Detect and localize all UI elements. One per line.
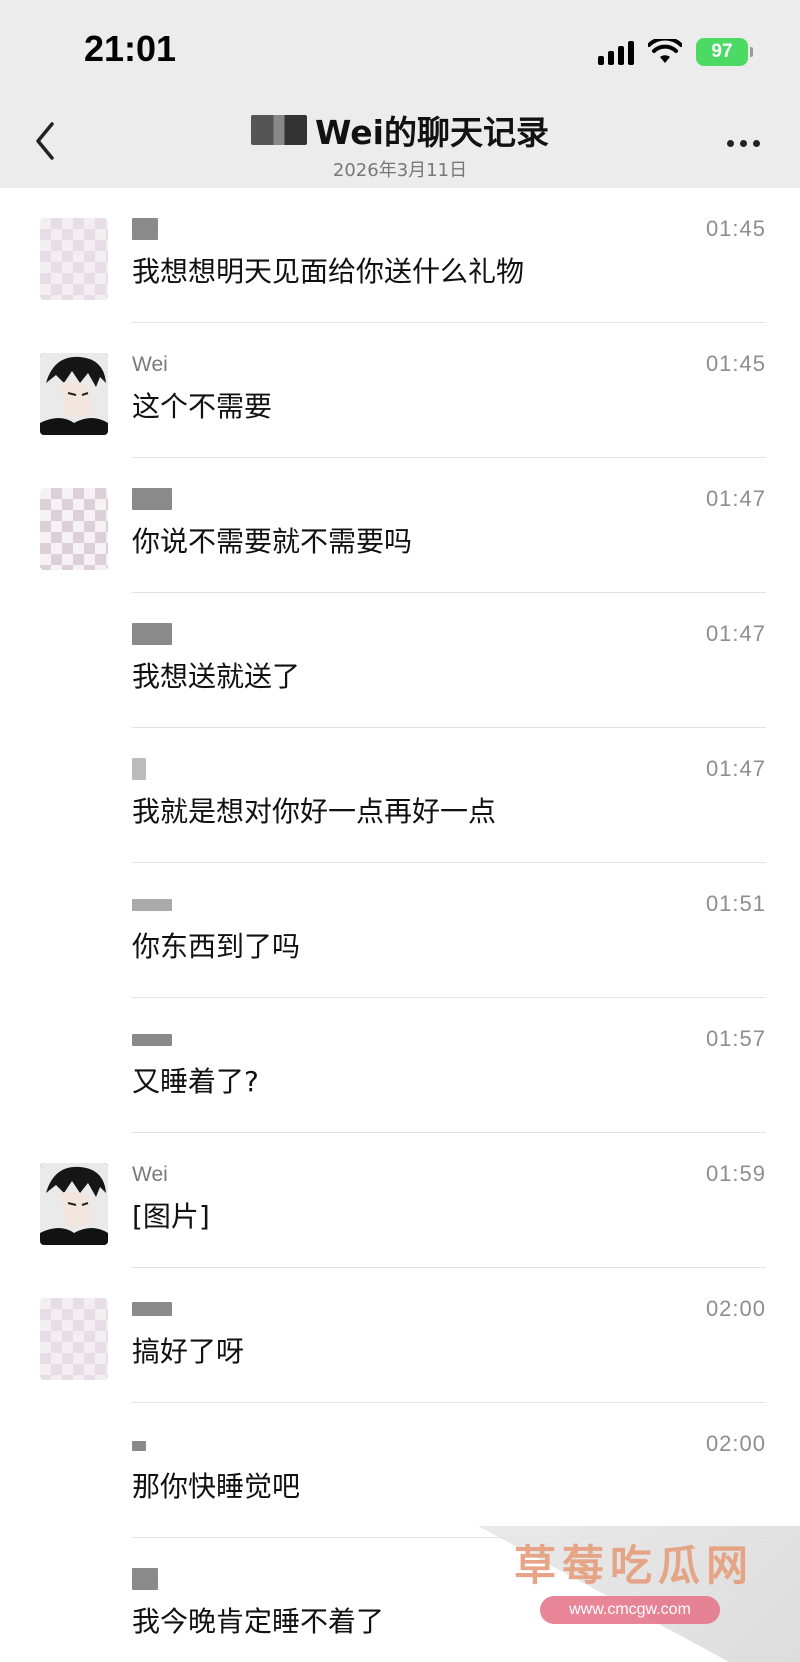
list-item[interactable]: 我想送就送了 01:47 bbox=[0, 593, 800, 728]
sender-name: Wei bbox=[132, 1163, 168, 1186]
list-item[interactable]: 又睡着了? 01:57 bbox=[0, 998, 800, 1133]
message-text: 我今晚肯定睡不着了 bbox=[132, 1605, 385, 1638]
sender-name bbox=[132, 1298, 172, 1324]
redacted-name bbox=[251, 115, 308, 145]
list-item[interactable]: 你说不需要就不需要吗 01:47 bbox=[0, 458, 800, 593]
message-time: 01:47 bbox=[705, 621, 766, 646]
avatar-image bbox=[40, 1163, 108, 1245]
watermark-url: www.cmcgw.com bbox=[540, 1596, 720, 1624]
sender-name bbox=[132, 218, 158, 244]
list-item[interactable]: 那你快睡觉吧 02:00 bbox=[0, 1403, 800, 1538]
page-subtitle: 2026年3月11日 bbox=[332, 160, 468, 181]
page-title: Wei的聊天记录 bbox=[251, 106, 549, 154]
wifi-icon bbox=[648, 39, 682, 63]
chat-list[interactable]: 我想想明天见面给你送什么礼物 01:45 Wei 这个不需要 01:45 你说不… bbox=[0, 188, 800, 1662]
status-time: 21:01 bbox=[84, 28, 177, 69]
avatar-image bbox=[40, 353, 108, 435]
message-text: 又睡着了? bbox=[132, 1065, 259, 1098]
list-item[interactable]: 搞好了呀 02:00 bbox=[0, 1268, 800, 1403]
battery-level: 97 bbox=[711, 41, 733, 62]
avatar[interactable] bbox=[40, 218, 108, 300]
watermark: 草莓吃瓜网 www.cmcgw.com bbox=[478, 1526, 800, 1662]
sender-name bbox=[132, 1028, 172, 1054]
list-item[interactable]: 我就是想对你好一点再好一点 01:47 bbox=[0, 728, 800, 863]
page-title-text: Wei的聊天记录 bbox=[315, 113, 549, 152]
more-icon[interactable] bbox=[727, 140, 760, 147]
message-text: [图片] bbox=[132, 1200, 210, 1233]
avatar[interactable] bbox=[40, 1298, 108, 1380]
list-item[interactable]: Wei [图片] 01:59 bbox=[0, 1133, 800, 1268]
message-time: 01:59 bbox=[705, 1161, 766, 1186]
message-text: 这个不需要 bbox=[132, 390, 273, 423]
sender-name bbox=[132, 623, 172, 649]
nav-bar: Wei的聊天记录 2026年3月11日 bbox=[0, 100, 800, 188]
message-text: 你东西到了吗 bbox=[132, 930, 301, 963]
message-text: 我想想明天见面给你送什么礼物 bbox=[132, 255, 525, 288]
sender-name bbox=[132, 1568, 158, 1594]
nav-title-wrap: Wei的聊天记录 2026年3月11日 bbox=[0, 106, 800, 182]
avatar[interactable] bbox=[40, 353, 108, 435]
signal-icon bbox=[598, 39, 634, 65]
avatar[interactable] bbox=[40, 1163, 108, 1245]
list-item[interactable]: 我想想明天见面给你送什么礼物 01:45 bbox=[0, 188, 800, 323]
avatar[interactable] bbox=[40, 488, 108, 570]
status-bar: 21:01 97 bbox=[0, 0, 800, 100]
battery-icon: 97 bbox=[696, 38, 753, 66]
message-text: 我想送就送了 bbox=[132, 660, 301, 693]
message-time: 01:45 bbox=[705, 216, 766, 241]
status-icons: 97 bbox=[598, 38, 753, 66]
sender-name bbox=[132, 893, 172, 919]
message-text: 搞好了呀 bbox=[132, 1335, 245, 1368]
sender-name bbox=[132, 1433, 146, 1459]
message-text: 你说不需要就不需要吗 bbox=[132, 525, 413, 558]
message-time: 01:47 bbox=[705, 756, 766, 781]
sender-name bbox=[132, 488, 172, 514]
message-time: 01:45 bbox=[705, 351, 766, 376]
message-time: 01:57 bbox=[705, 1026, 766, 1051]
message-time: 02:00 bbox=[705, 1431, 766, 1456]
message-time: 02:00 bbox=[705, 1296, 766, 1321]
message-time: 01:51 bbox=[705, 891, 766, 916]
list-item[interactable]: Wei 这个不需要 01:45 bbox=[0, 323, 800, 458]
list-item[interactable]: 你东西到了吗 01:51 bbox=[0, 863, 800, 998]
message-text: 那你快睡觉吧 bbox=[132, 1470, 301, 1503]
message-text: 我就是想对你好一点再好一点 bbox=[132, 795, 497, 828]
watermark-title: 草莓吃瓜网 bbox=[514, 1541, 755, 1590]
message-time: 01:47 bbox=[705, 486, 766, 511]
sender-name bbox=[132, 758, 146, 784]
sender-name: Wei bbox=[132, 353, 168, 376]
